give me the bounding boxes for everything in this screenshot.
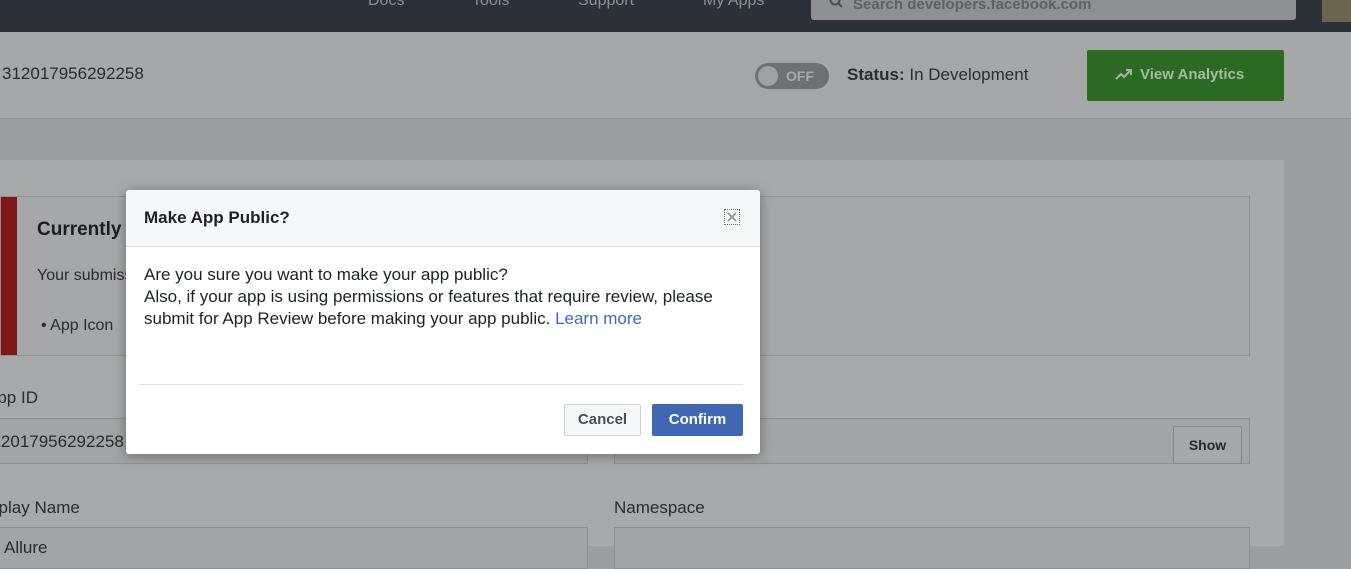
nav-docs-link[interactable]: Docs — [368, 0, 404, 10]
app-header-bar: 312017956292258 OFF Status: In Developme… — [0, 32, 1351, 119]
status-value: In Development — [909, 65, 1029, 84]
top-navigation-bar: Docs Tools Support My Apps Search develo… — [0, 0, 1351, 32]
cancel-button[interactable]: Cancel — [564, 404, 641, 436]
nav-my-apps-link[interactable]: My Apps — [703, 0, 764, 10]
make-app-public-dialog: Make App Public? Are you sure you want t… — [126, 190, 760, 454]
nav-tools-link[interactable]: Tools — [472, 0, 509, 10]
user-avatar[interactable] — [1322, 0, 1351, 22]
toggle-knob — [758, 66, 778, 86]
alert-color-bar — [1, 197, 17, 355]
view-analytics-label: View Analytics — [1140, 66, 1245, 83]
nav-support-link[interactable]: Support — [578, 0, 634, 10]
display-name-label: Display Name — [0, 498, 80, 517]
dialog-question: Are you sure you want to make your app p… — [144, 265, 508, 284]
dialog-title: Make App Public? — [144, 208, 290, 227]
dialog-review-note: Also, if your app is using permissions o… — [144, 286, 740, 330]
app-id-title: 312017956292258 — [2, 64, 144, 83]
namespace-label: Namespace — [614, 498, 705, 517]
search-icon — [829, 0, 843, 8]
show-secret-button[interactable]: Show — [1173, 426, 1242, 464]
app-status: Status: In Development — [847, 65, 1028, 85]
live-mode-toggle[interactable]: OFF — [755, 63, 829, 89]
app-id-label: App ID — [0, 388, 38, 407]
toggle-label: OFF — [786, 68, 814, 84]
dialog-divider — [138, 384, 743, 385]
display-name-field[interactable] — [0, 527, 588, 569]
namespace-field[interactable] — [614, 527, 1250, 569]
status-label: Status: — [847, 65, 905, 84]
app-id-value: 312017956292258 — [0, 432, 124, 451]
trend-up-icon — [1115, 69, 1132, 80]
confirm-button[interactable]: Confirm — [652, 404, 743, 436]
learn-more-link[interactable]: Learn more — [555, 309, 642, 328]
search-bar[interactable]: Search developers.facebook.com — [811, 0, 1296, 20]
dialog-header: Make App Public? — [126, 190, 760, 247]
view-analytics-button[interactable]: View Analytics — [1087, 50, 1284, 101]
search-input[interactable]: Search developers.facebook.com — [853, 0, 1091, 13]
alert-missing-item: • App Icon — [41, 317, 114, 334]
dialog-body: Are you sure you want to make your app p… — [144, 264, 740, 330]
close-icon[interactable] — [724, 209, 740, 225]
display-name-value: Allure — [4, 538, 48, 557]
